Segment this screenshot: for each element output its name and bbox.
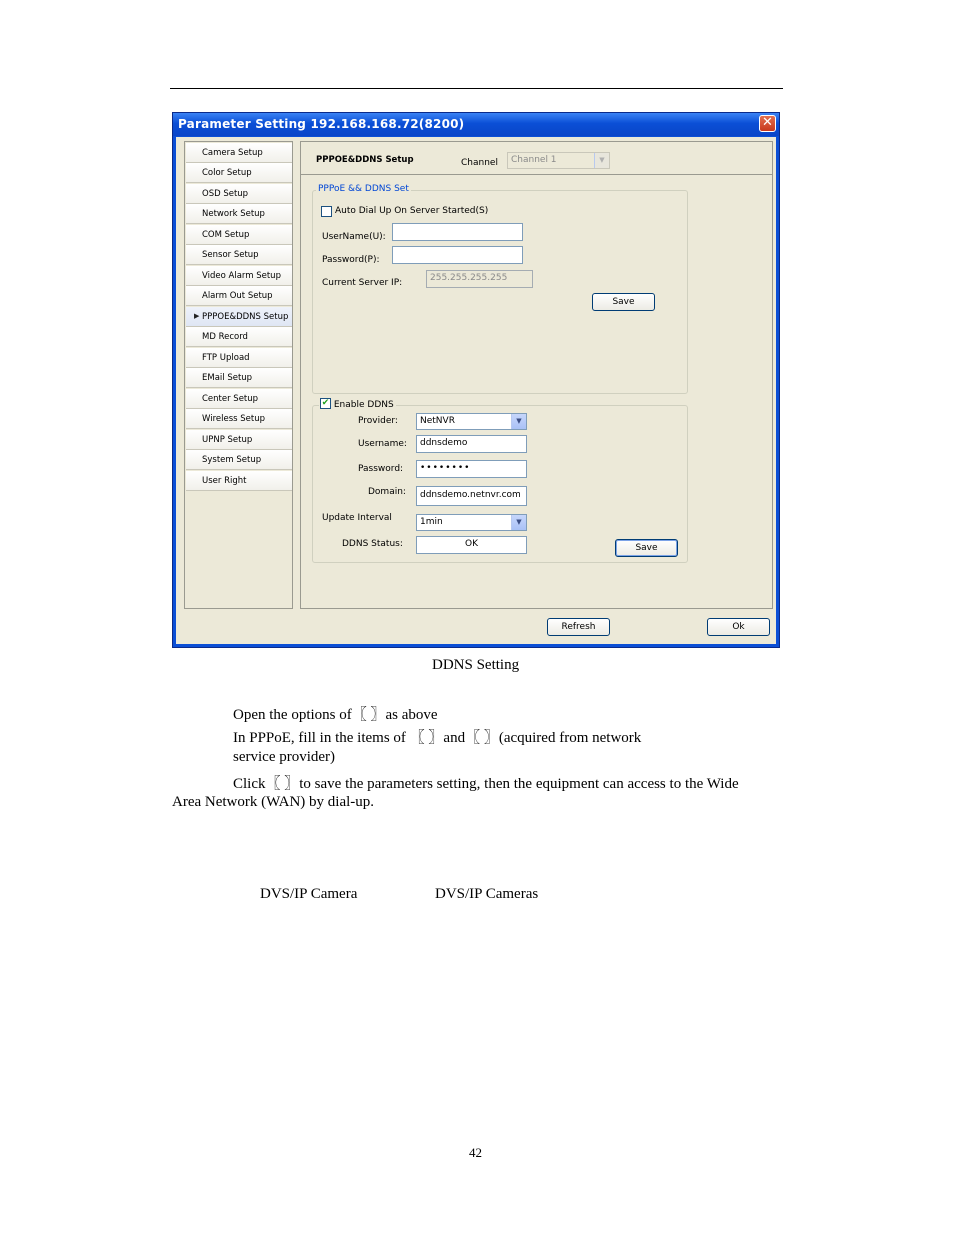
sidebar-item-label: Sensor Setup bbox=[202, 250, 259, 260]
sidebar-item-label: User Right bbox=[202, 476, 247, 486]
selected-arrow-icon: ▶ bbox=[194, 312, 200, 320]
body-line-4: Click〖 〗to save the parameters setting, … bbox=[233, 776, 739, 792]
ddns-status-label: DDNS Status: bbox=[342, 539, 403, 549]
main-header: PPPOE&DDNS Setup Channel Channel 1 ▼ bbox=[300, 141, 773, 175]
sidebar-item-label: OSD Setup bbox=[202, 189, 249, 199]
sidebar-item-camera-setup[interactable]: Camera Setup bbox=[186, 143, 292, 163]
pppoe-username-input[interactable] bbox=[392, 223, 523, 241]
body-line-6a: DVS/IP Camera bbox=[260, 886, 358, 902]
domain-input[interactable]: ddnsdemo.netnvr.com bbox=[416, 486, 527, 506]
ddns-username-label: Username: bbox=[358, 439, 407, 449]
update-interval-value: 1min bbox=[420, 517, 443, 527]
sidebar-item-label: Color Setup bbox=[202, 168, 252, 178]
window-client: Camera Setup Color Setup OSD Setup Netwo… bbox=[176, 137, 776, 644]
domain-label: Domain: bbox=[368, 487, 406, 497]
chevron-down-icon: ▼ bbox=[511, 515, 526, 530]
header-rule bbox=[170, 88, 783, 89]
body-line-5: Area Network (WAN) by dial-up. bbox=[172, 794, 375, 810]
body-line-3: service provider) bbox=[233, 749, 336, 765]
sidebar-item-com-setup[interactable]: COM Setup bbox=[186, 225, 292, 245]
sidebar-item-label: FTP Upload bbox=[202, 353, 250, 363]
ddns-group: ✔ Enable DDNS Provider: NetNVR ▼ Usernam… bbox=[312, 398, 688, 563]
body-line-6b: DVS/IP Cameras bbox=[435, 886, 539, 902]
sidebar-item-label: System Setup bbox=[202, 455, 262, 465]
sidebar-item-md-record[interactable]: MD Record bbox=[186, 327, 292, 347]
sidebar-item-user-right[interactable]: User Right bbox=[186, 471, 292, 491]
sidebar-item-pppoe-ddns-setup[interactable]: ▶ PPPOE&DDNS Setup bbox=[186, 307, 292, 327]
ddns-password-input[interactable]: •••••••• bbox=[416, 460, 527, 478]
sidebar-item-wireless-setup[interactable]: Wireless Setup bbox=[186, 409, 292, 429]
channel-select-value: Channel 1 bbox=[511, 155, 557, 165]
enable-ddns-checkbox[interactable]: ✔ bbox=[320, 398, 331, 409]
sidebar-item-alarm-out-setup[interactable]: Alarm Out Setup bbox=[186, 286, 292, 306]
server-ip-field: 255.255.255.255 bbox=[426, 270, 533, 288]
sidebar-item-label: Alarm Out Setup bbox=[202, 291, 273, 301]
ddns-save-button[interactable]: Save bbox=[615, 539, 678, 557]
channel-label: Channel bbox=[461, 158, 498, 168]
title-bar[interactable]: Parameter Setting 192.168.168.72(8200) ✕ bbox=[173, 113, 779, 136]
update-interval-label: Update Interval bbox=[322, 513, 392, 523]
window-title: Parameter Setting 192.168.168.72(8200) bbox=[178, 117, 465, 131]
ddns-status-field: OK bbox=[416, 536, 527, 554]
ddns-username-input[interactable]: ddnsdemo bbox=[416, 435, 527, 453]
body-line-2: In PPPoE, fill in the items of 〖 〗and〖 〗… bbox=[233, 730, 642, 746]
sidebar-item-center-setup[interactable]: Center Setup bbox=[186, 389, 292, 409]
sidebar-item-system-setup[interactable]: System Setup bbox=[186, 450, 292, 470]
auto-dial-checkbox[interactable] bbox=[321, 206, 332, 217]
provider-label: Provider: bbox=[358, 416, 398, 426]
sidebar-item-label: UPNP Setup bbox=[202, 435, 253, 445]
refresh-button[interactable]: Refresh bbox=[547, 618, 610, 636]
enable-ddns-label: Enable DDNS bbox=[333, 400, 394, 410]
auto-dial-label: Auto Dial Up On Server Started(S) bbox=[335, 206, 489, 216]
pppoe-save-button[interactable]: Save bbox=[592, 293, 655, 311]
chevron-down-icon: ▼ bbox=[594, 153, 609, 168]
sidebar-item-label: Video Alarm Setup bbox=[202, 271, 281, 281]
sidebar-item-label: PPPOE&DDNS Setup bbox=[202, 312, 289, 322]
pppoe-password-label: Password(P): bbox=[322, 255, 380, 265]
figure-caption: DDNS Setting bbox=[432, 657, 520, 673]
sidebar-item-label: Network Setup bbox=[202, 209, 265, 219]
sidebar-item-osd-setup[interactable]: OSD Setup bbox=[186, 184, 292, 204]
settings-sidebar: Camera Setup Color Setup OSD Setup Netwo… bbox=[184, 141, 293, 609]
sidebar-item-label: MD Record bbox=[202, 332, 248, 342]
sidebar-item-label: Camera Setup bbox=[202, 148, 263, 158]
body-line-1: Open the options of〖 〗as above bbox=[233, 707, 438, 723]
sidebar-item-label: COM Setup bbox=[202, 230, 250, 240]
page-number: 42 bbox=[469, 1145, 482, 1160]
section-title: PPPOE&DDNS Setup bbox=[316, 155, 414, 165]
channel-select[interactable]: Channel 1 ▼ bbox=[507, 152, 610, 169]
provider-select-value: NetNVR bbox=[420, 416, 455, 426]
sidebar-item-ftp-upload[interactable]: FTP Upload bbox=[186, 348, 292, 368]
sidebar-item-label: EMail Setup bbox=[202, 373, 253, 383]
sidebar-item-color-setup[interactable]: Color Setup bbox=[186, 163, 292, 183]
pppoe-group: PPPoE && DDNS Set Auto Dial Up On Server… bbox=[312, 184, 688, 394]
close-icon[interactable]: ✕ bbox=[759, 115, 776, 132]
parameter-setting-window: Parameter Setting 192.168.168.72(8200) ✕… bbox=[172, 112, 780, 648]
sidebar-item-label: Center Setup bbox=[202, 394, 259, 404]
chevron-down-icon: ▼ bbox=[511, 414, 526, 429]
main-body: PPPoE && DDNS Set Auto Dial Up On Server… bbox=[300, 175, 773, 609]
sidebar-item-email-setup[interactable]: EMail Setup bbox=[186, 368, 292, 388]
sidebar-item-upnp-setup[interactable]: UPNP Setup bbox=[186, 430, 292, 450]
sidebar-item-video-alarm-setup[interactable]: Video Alarm Setup bbox=[186, 266, 292, 286]
pppoe-username-label: UserName(U): bbox=[322, 232, 386, 242]
ddns-password-label: Password: bbox=[358, 464, 404, 474]
pppoe-password-input[interactable] bbox=[392, 246, 523, 264]
sidebar-item-sensor-setup[interactable]: Sensor Setup bbox=[186, 245, 292, 265]
update-interval-select[interactable]: 1min ▼ bbox=[416, 514, 527, 531]
pppoe-group-label: PPPoE && DDNS Set bbox=[316, 184, 411, 194]
ok-button[interactable]: Ok bbox=[707, 618, 770, 636]
server-ip-label: Current Server IP: bbox=[322, 278, 403, 288]
provider-select[interactable]: NetNVR ▼ bbox=[416, 413, 527, 430]
enable-ddns-row: ✔ Enable DDNS bbox=[319, 398, 396, 410]
sidebar-item-network-setup[interactable]: Network Setup bbox=[186, 204, 292, 224]
sidebar-item-label: Wireless Setup bbox=[202, 414, 266, 424]
